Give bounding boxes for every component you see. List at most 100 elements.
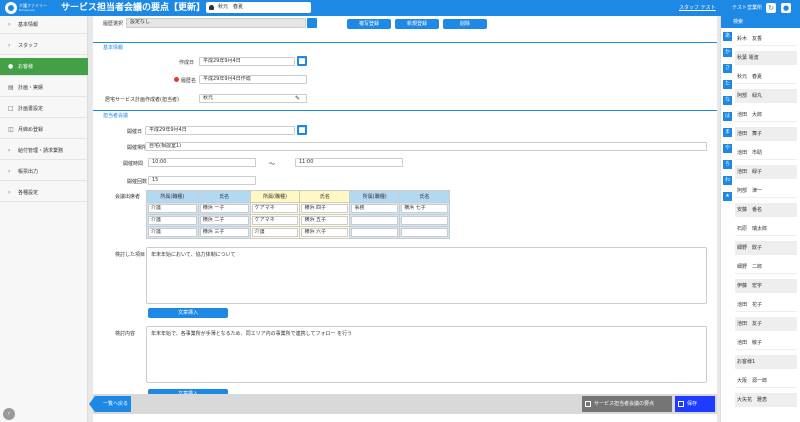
attendee-cell[interactable]: 横浜 一子 [199,204,249,213]
attendee-cell[interactable]: 介護 [148,228,197,237]
kana-filter-button[interactable]: た [723,80,732,89]
attendee-cell[interactable]: 介護 [251,228,299,237]
attendee-cell[interactable]: 横浜 二子 [199,216,249,225]
back-to-list-button[interactable]: 一覧へ戻る [89,396,131,412]
calendar-icon[interactable] [297,56,307,66]
history-select[interactable]: 設定なし [126,18,306,28]
database-icon: ◫ [8,126,14,133]
sidebar-item-monthly-close[interactable]: ◫ 月締め登録 [0,121,88,139]
kana-filter-button[interactable]: な [723,96,732,105]
content-textarea[interactable]: 年末年始で、各事業所が手薄となるため、同エリア内の事業所で連携してフォロー を行… [146,326,707,383]
user-icon [209,5,214,10]
sidebar-item-basic-info[interactable]: › 基本情報 [0,16,88,34]
kana-filter-button[interactable]: ★ [723,192,732,201]
kana-filter-button[interactable]: ま [723,128,732,137]
attendee-cell[interactable] [401,216,448,225]
kana-filter-button[interactable]: は [723,112,732,121]
end-time-input[interactable]: 11:00 [295,158,403,167]
customer-list-item[interactable]: 池田 舞子 [735,127,797,141]
attendee-cell[interactable] [351,228,399,237]
customer-list-item[interactable]: 細野 二郎 [735,260,797,274]
sidebar-item-settings[interactable]: › 各種設定 [0,184,88,202]
meeting-place-input[interactable]: 自宅(相談室1) [145,142,707,151]
attendee-cell[interactable]: 介護 [148,216,197,225]
customer-list-item[interactable]: 池田 友子 [735,317,797,331]
attendee-cell[interactable]: 横浜 六子 [301,228,349,237]
customer-list-item[interactable]: 池田 緑子 [735,165,797,179]
customer-list-item[interactable]: お客様1 [735,355,797,369]
customer-list-item[interactable]: 秋葉 電波 [735,51,797,65]
customer-list-item[interactable]: 鈴木 友香 [735,32,797,46]
sidebar-item-reports[interactable]: › 帳票出力 [0,163,88,181]
customer-list-item[interactable]: 安藤 番名 [735,203,797,217]
chevron-right-icon: › [8,21,11,28]
customer-list-item[interactable]: 秋元 春夏 [735,70,797,84]
required-icon [174,77,179,82]
collapse-sidebar-icon[interactable]: ‹ [3,408,15,420]
meeting-date-input[interactable]: 平成29年9月4日 [145,126,295,135]
help-icon[interactable]: ● [781,3,791,13]
start-time-input[interactable]: 10:00 [148,158,256,167]
chevron-right-icon: › [8,168,11,175]
customer-list-item[interactable]: 大矢花 雅恵 [735,393,797,407]
sidebar-item-staff[interactable]: › スタッフ [0,37,88,55]
person-icon: ● [8,63,14,70]
kana-filter-button[interactable]: わ [723,176,732,185]
content-label: 検討内容 [115,331,136,337]
customer-list-item[interactable]: 石原 瑞太郎 [735,222,797,236]
new-register-button[interactable]: 新規登録 [395,19,439,29]
table-header-row: 所属(職種) 氏名 所属(職種) 氏名 所属(職種) 氏名 [146,190,450,203]
customer-list-item[interactable]: 伊藤 宏宇 [735,279,797,293]
customer-search-panel: 検索 あかさたなはまやらわ ★ 鈴木 友香 秋葉 電波 秋元 春夏 阿部 緑丸 池田 大郎… [720,16,800,422]
customer-list-item[interactable]: 池田 花子 [735,298,797,312]
customer-list-item[interactable]: 大阪 源一郎 [735,374,797,388]
attendee-cell[interactable]: 横浜 五子 [301,216,349,225]
list-icon[interactable] [307,18,317,28]
attendee-cell[interactable]: 横浜 三子 [199,228,249,237]
attendee-cell[interactable] [401,228,448,237]
save-button[interactable]: 保存 [675,396,715,412]
topics-textarea[interactable]: 年末年始において、協力体制について [146,247,707,304]
edit-pencil-icon[interactable]: ✎ [295,95,303,102]
time-label: 開催時間 [123,161,144,167]
sidebar: › 基本情報 › スタッフ ● お客様 ▤ 計画・実績 □ 計画書設定 ◫ 月締め登録 › 給… [0,16,88,422]
attendee-cell[interactable]: 介護 [148,204,197,213]
author-label: 居宅サービス計画作成者(担当者) [105,97,179,103]
sidebar-item-plan-settings[interactable]: □ 計画書設定 [0,100,88,118]
insert-sentence-button[interactable]: 文章挿入 [148,308,228,318]
customer-list-item[interactable]: 阿部 津一 [735,184,797,198]
office-label: テスト営業所 [732,5,763,11]
meeting-count-input[interactable]: 15 [148,176,256,185]
meeting-summary-button[interactable]: サービス担当者会議の要点 [582,396,672,412]
copy-register-button[interactable]: 複写登録 [347,19,391,29]
delete-button[interactable]: 削除 [443,19,487,29]
kana-filter-button[interactable]: か [723,48,732,57]
kana-filter-button[interactable]: や [723,144,732,153]
attendee-cell[interactable]: ケアマネ [251,216,299,225]
author-input[interactable]: 秋元 [199,94,307,103]
customer-list-item[interactable]: 阿部 緑丸 [735,89,797,103]
history-name-input[interactable]: 平成29年9月4日作成 [199,75,307,84]
refresh-icon[interactable]: ↻ [766,3,776,13]
customer-list-item[interactable]: 池田 敏子 [735,336,797,350]
attendee-cell[interactable] [351,216,399,225]
user-selector[interactable]: 秋元 春夏 [206,2,311,13]
sidebar-item-plan-results[interactable]: ▤ 計画・実績 [0,79,88,97]
kana-filter-button[interactable]: さ [723,64,732,73]
sidebar-item-customer[interactable]: ● お客様 [0,58,88,76]
attendee-cell[interactable]: 横浜 四子 [301,204,349,213]
attendee-cell[interactable]: ケアマネ [251,204,299,213]
customer-list-item[interactable]: 細野 飲子 [735,241,797,255]
kana-filter-button[interactable]: ら [723,160,732,169]
calendar-icon[interactable] [297,125,307,135]
sidebar-item-billing[interactable]: › 給付管理・請求業務 [0,142,88,160]
created-date-input[interactable]: 平成29年9月4日 [199,57,295,66]
main-content: 履歴選択 設定なし 複写登録 新規登録 削除 基本情報 作成日 平成29年9月4… [93,16,717,422]
kana-filter-button[interactable]: あ [723,32,732,41]
attendee-cell[interactable]: 横浜 七子 [401,204,448,213]
attendee-cell[interactable]: 事務 [351,204,399,213]
customer-list-item[interactable]: 池田 市助 [735,146,797,160]
staff-link[interactable]: スタッフ テスト [679,4,716,11]
customer-list-item[interactable]: 池田 大郎 [735,108,797,122]
chart-icon: ▤ [8,84,14,91]
